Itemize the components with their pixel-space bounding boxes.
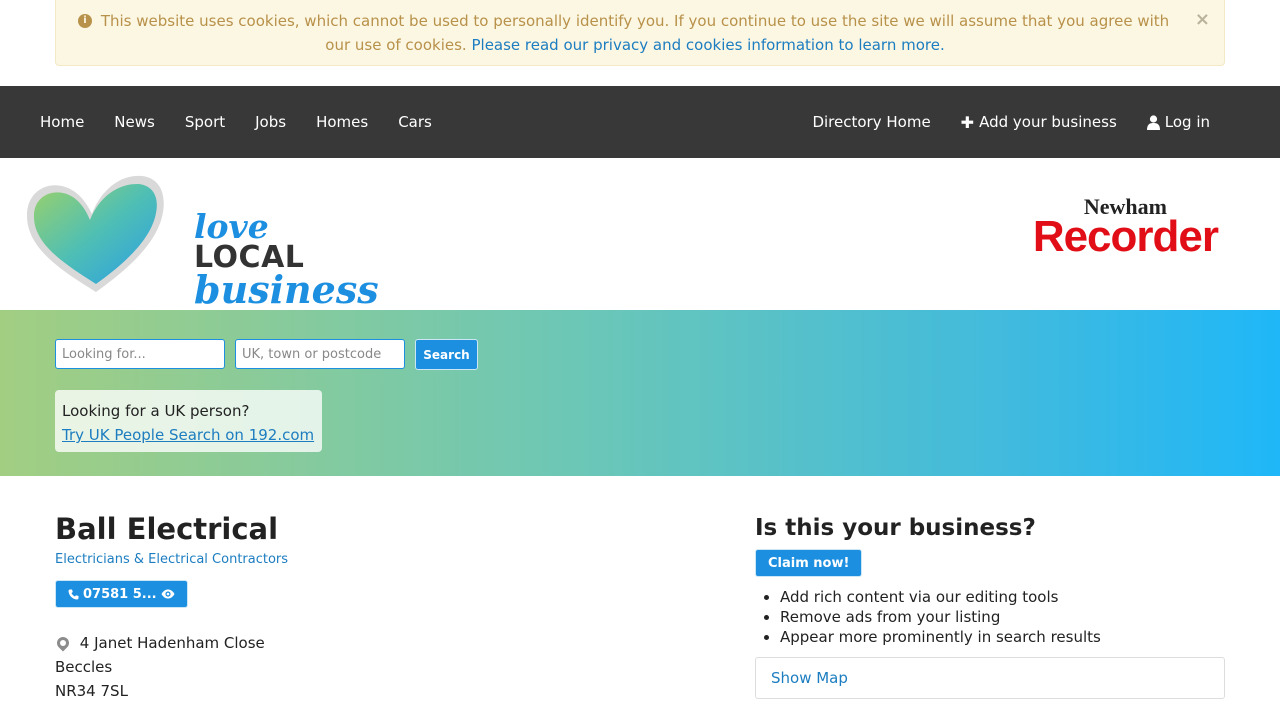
- eye-icon: [161, 589, 175, 599]
- search-what-input[interactable]: [55, 339, 225, 369]
- address-street: 4 Janet Hadenham Close: [79, 634, 265, 652]
- user-icon: [1146, 114, 1160, 130]
- nav-primary: Home News Sport Jobs Homes Cars: [40, 86, 432, 158]
- log-in-link[interactable]: Log in: [1146, 113, 1210, 131]
- plus-icon: ✚: [960, 112, 975, 132]
- people-search-promo: Looking for a UK person? Try UK People S…: [55, 390, 322, 452]
- nav-homes[interactable]: Homes: [316, 113, 368, 131]
- phone-icon: [68, 589, 79, 599]
- log-in-label: Log in: [1164, 113, 1210, 131]
- address-line-1: 4 Janet Hadenham Close: [54, 631, 655, 655]
- claim-benefit-item: Appear more prominently in search result…: [780, 627, 1225, 647]
- logo-wordmark: love LOCAL business: [194, 210, 379, 309]
- nav-news[interactable]: News: [114, 113, 155, 131]
- nav-sport[interactable]: Sport: [185, 113, 225, 131]
- business-listing: Ball Electrical Electricians & Electrica…: [54, 510, 655, 703]
- business-address: 4 Janet Hadenham Close Beccles NR34 7SL: [54, 631, 655, 703]
- claim-now-button[interactable]: Claim now!: [755, 549, 863, 577]
- logo-business-text: business: [194, 267, 379, 312]
- search-where-input[interactable]: [235, 339, 405, 369]
- claim-business-panel: Is this your business? Claim now! Add ri…: [755, 512, 1225, 699]
- newham-recorder-logo[interactable]: Newham Recorder: [1032, 196, 1219, 261]
- show-map-toggle[interactable]: Show Map: [755, 657, 1225, 699]
- map-marker-icon: [54, 634, 72, 652]
- business-category-link[interactable]: Electricians & Electrical Contractors: [55, 552, 655, 567]
- claim-title: Is this your business?: [755, 515, 1036, 541]
- business-name: Ball Electrical: [55, 512, 279, 546]
- recorder-logo-main: Recorder: [1032, 212, 1219, 261]
- info-circle-icon: i: [78, 14, 92, 28]
- add-business-label: Add your business: [979, 113, 1117, 131]
- cookie-policy-link[interactable]: Please read our privacy and cookies info…: [471, 36, 944, 54]
- claim-benefit-item: Remove ads from your listing: [780, 607, 1225, 627]
- claim-benefit-item: Add rich content via our editing tools: [780, 587, 1225, 607]
- people-search-link[interactable]: Try UK People Search on 192.com: [62, 426, 314, 444]
- reveal-phone-button[interactable]: 07581 5...: [55, 580, 188, 608]
- nav-home[interactable]: Home: [40, 113, 84, 131]
- main-navbar: Home News Sport Jobs Homes Cars Director…: [0, 86, 1280, 158]
- love-local-business-logo[interactable]: love LOCAL business: [24, 172, 379, 309]
- nav-cars[interactable]: Cars: [398, 113, 432, 131]
- phone-number-masked: 07581 5...: [83, 586, 157, 602]
- claim-benefits-list: Add rich content via our editing tools R…: [755, 587, 1225, 647]
- people-search-question: Looking for a UK person?: [62, 402, 250, 420]
- nav-jobs[interactable]: Jobs: [255, 113, 286, 131]
- address-postcode: NR34 7SL: [55, 682, 128, 700]
- search-band: Search Looking for a UK person? Try UK P…: [0, 310, 1280, 476]
- nav-secondary: Directory Home ✚ Add your business Log i…: [812, 86, 1210, 158]
- brand-header: love LOCAL business Newham Recorder: [0, 158, 1280, 310]
- cookie-banner: i This website uses cookies, which canno…: [55, 0, 1225, 66]
- address-town: Beccles: [55, 658, 113, 676]
- add-business-link[interactable]: ✚ Add your business: [961, 113, 1117, 132]
- heart-logo-icon: [26, 175, 164, 292]
- nav-directory-home[interactable]: Directory Home: [812, 113, 930, 131]
- search-button[interactable]: Search: [415, 339, 478, 370]
- close-icon[interactable]: ×: [1195, 8, 1210, 32]
